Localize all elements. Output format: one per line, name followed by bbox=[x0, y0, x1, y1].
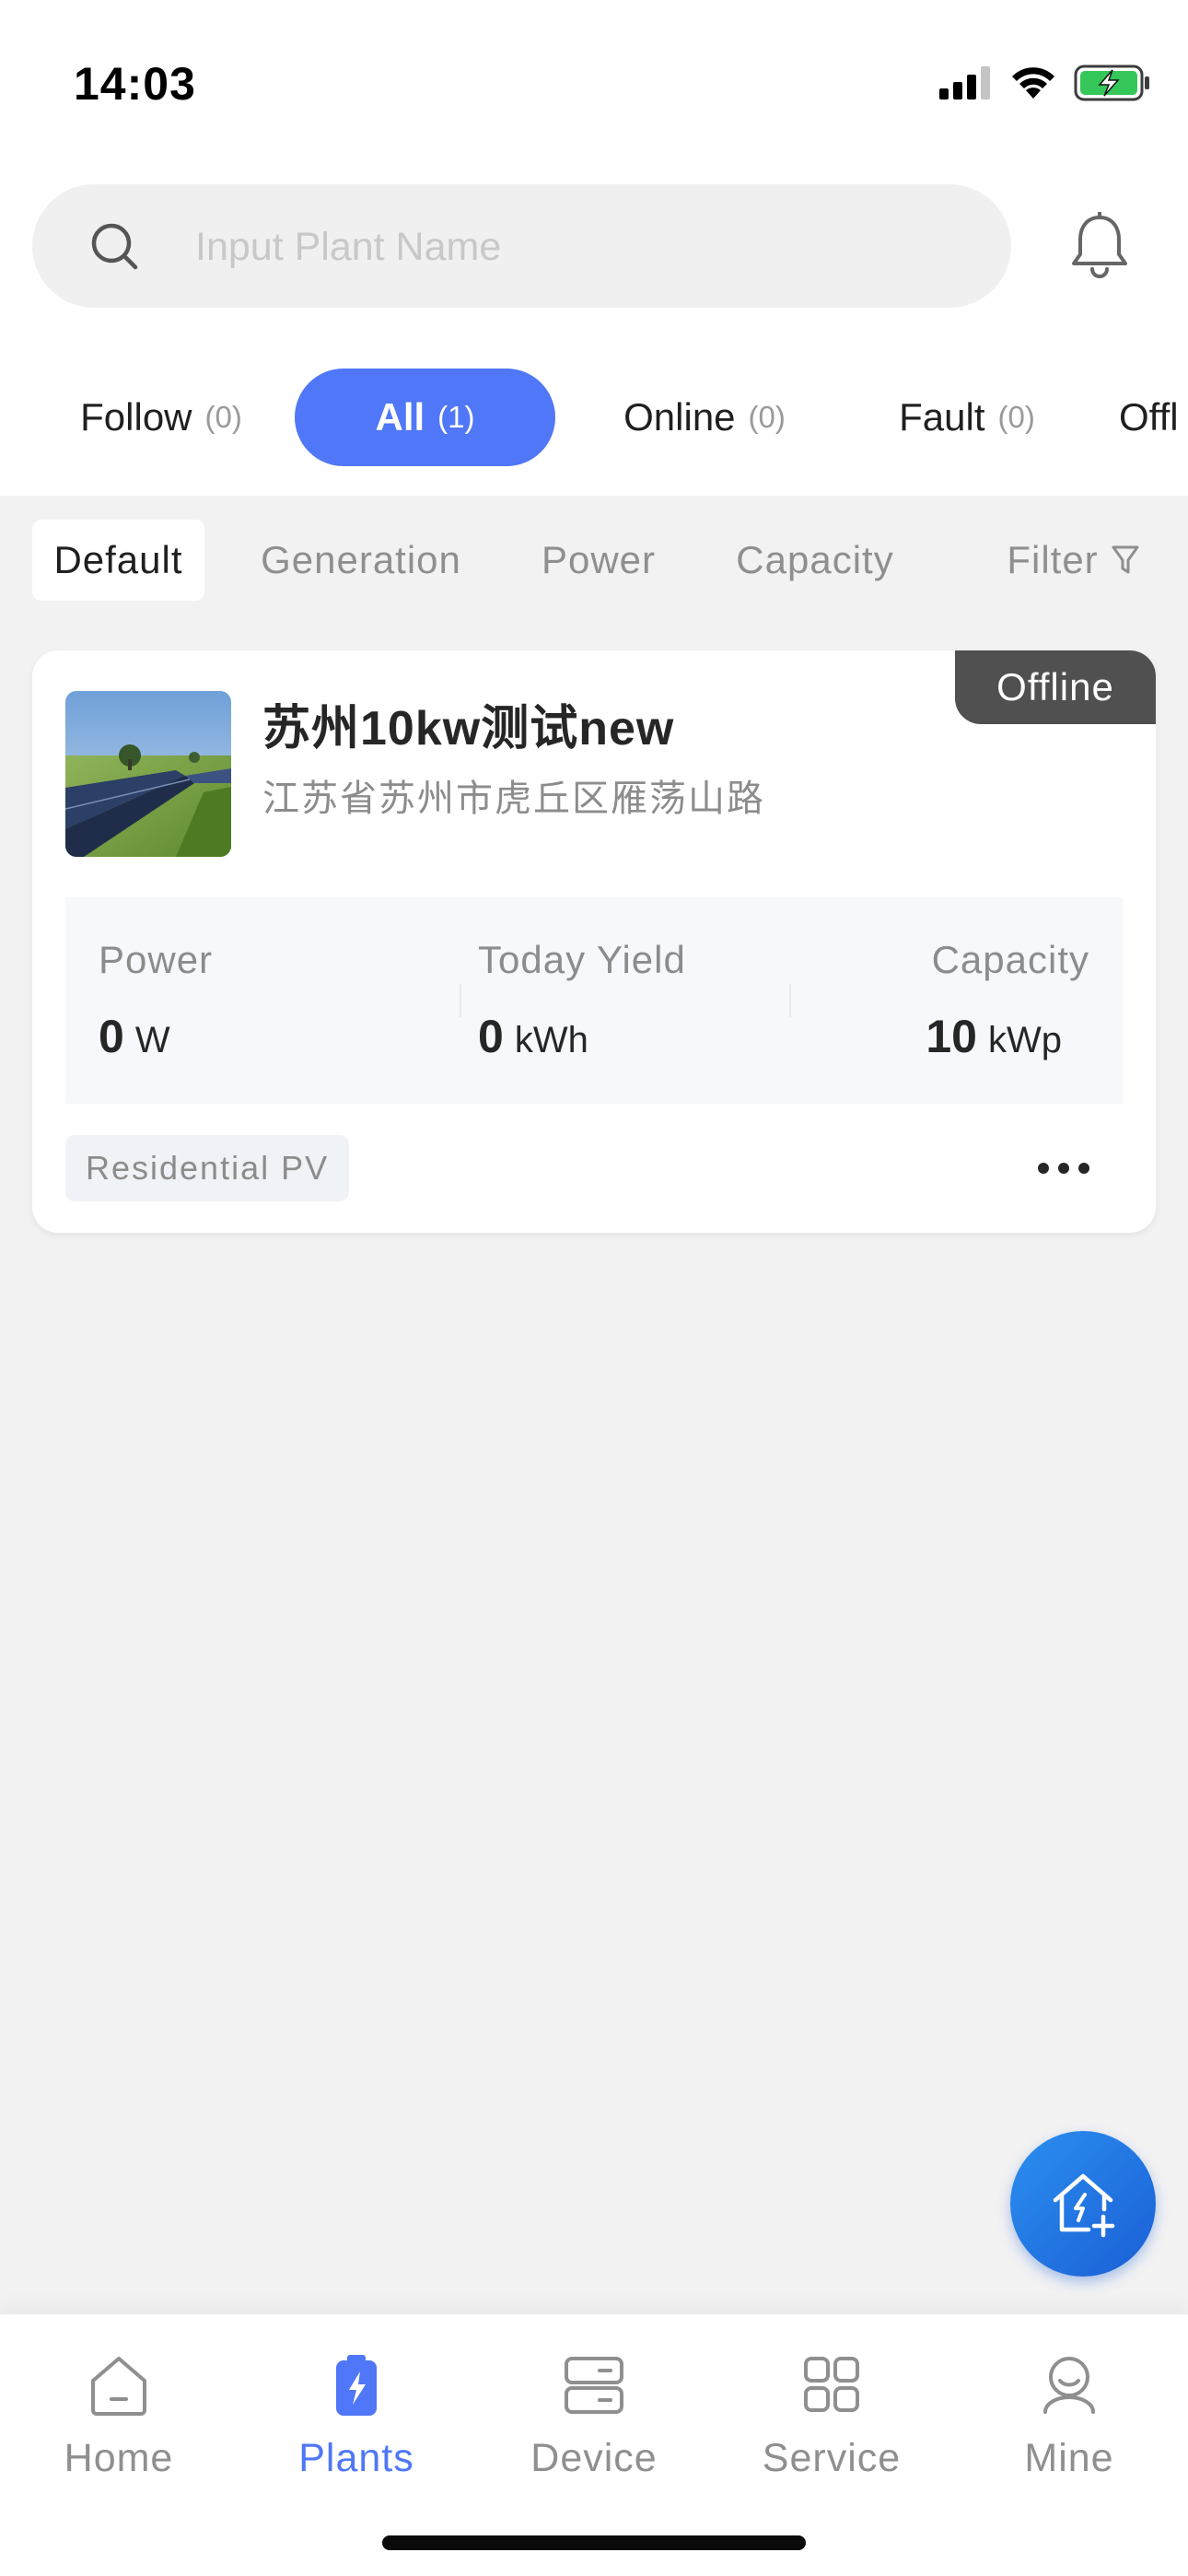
nav-service[interactable]: Service bbox=[713, 2353, 950, 2491]
add-plant-button[interactable] bbox=[1010, 2131, 1156, 2277]
sort-default[interactable]: Default bbox=[32, 520, 204, 601]
stat-unit: kWh bbox=[514, 1020, 588, 1060]
plant-name: 苏州10kw测试new bbox=[262, 702, 675, 755]
nav-home[interactable]: Home bbox=[0, 2353, 238, 2491]
home-icon bbox=[91, 2357, 146, 2416]
nav-label: Device bbox=[530, 2436, 658, 2480]
device-icon bbox=[565, 2357, 623, 2414]
stat-today-yield: Today Yield 0 kWh bbox=[443, 897, 802, 1104]
tab-label: All bbox=[375, 395, 425, 439]
plant-card[interactable]: Offline 苏州10kw测试new 江苏省苏州市虎丘区雁荡山路 Power bbox=[32, 650, 1156, 1233]
more-options-button[interactable] bbox=[1027, 1144, 1101, 1192]
stat-label: Capacity bbox=[931, 938, 1089, 981]
stat-label: Today Yield bbox=[478, 938, 686, 981]
signal-icon bbox=[939, 66, 990, 100]
stat-number: 10 bbox=[926, 1011, 977, 1062]
stat-unit: W bbox=[134, 1020, 170, 1060]
nav-mine[interactable]: Mine bbox=[950, 2353, 1188, 2491]
nav-device[interactable]: Device bbox=[475, 2353, 713, 2491]
tab-label: Fault bbox=[899, 395, 985, 439]
stat-divider bbox=[789, 984, 791, 1017]
more-dot bbox=[1038, 1163, 1049, 1174]
plant-address: 江苏省苏州市虎丘区雁荡山路 bbox=[262, 779, 765, 819]
tab-count: (0) bbox=[997, 400, 1035, 434]
home-indicator bbox=[382, 2535, 806, 2550]
nav-plants[interactable]: Plants bbox=[238, 2353, 475, 2491]
stat-number: 0 bbox=[478, 1011, 504, 1062]
stat-label: Power bbox=[99, 938, 214, 981]
tab-offline[interactable]: Offl bbox=[1119, 369, 1188, 466]
sort-bar: Default Generation Power Capacity Filter bbox=[0, 496, 1188, 625]
plants-icon bbox=[336, 2355, 377, 2416]
plant-stats: Power 0W Today Yield 0 kWh Capacity 10 kWp bbox=[65, 897, 1123, 1104]
battery-charging-icon bbox=[1074, 64, 1149, 101]
tab-all[interactable]: All (1) bbox=[295, 369, 555, 466]
tab-count: (1) bbox=[437, 400, 475, 434]
status-badge: Offline bbox=[955, 650, 1156, 724]
stat-value: 0 kWh bbox=[478, 1010, 588, 1063]
search-box[interactable] bbox=[32, 184, 1011, 308]
status-bar: 14:03 bbox=[0, 0, 1188, 157]
bell-icon[interactable] bbox=[1068, 212, 1131, 280]
search-input[interactable] bbox=[193, 212, 971, 282]
wifi-icon bbox=[1012, 67, 1054, 99]
tab-label: Offl bbox=[1119, 395, 1179, 439]
add-plant-icon bbox=[1053, 2173, 1115, 2238]
sort-capacity[interactable]: Capacity bbox=[718, 520, 912, 601]
filter-icon bbox=[1112, 545, 1139, 574]
sort-generation[interactable]: Generation bbox=[241, 520, 481, 601]
tab-online[interactable]: Online (0) bbox=[589, 369, 820, 466]
search-row bbox=[0, 184, 1188, 310]
plant-thumbnail bbox=[65, 691, 231, 857]
tab-fault[interactable]: Fault (0) bbox=[861, 369, 1073, 466]
tab-follow[interactable]: Follow (0) bbox=[51, 369, 272, 466]
stat-value: 10 kWp bbox=[926, 1010, 1062, 1063]
nav-label: Mine bbox=[1024, 2436, 1114, 2480]
stat-capacity: Capacity 10 kWp bbox=[876, 897, 1123, 1104]
nav-label: Plants bbox=[298, 2436, 414, 2480]
stat-unit: kWp bbox=[988, 1020, 1062, 1060]
status-icons bbox=[939, 64, 1151, 101]
stat-number: 0 bbox=[99, 1011, 124, 1062]
more-dot bbox=[1058, 1163, 1069, 1174]
more-dot bbox=[1078, 1163, 1089, 1174]
tab-label: Follow bbox=[80, 395, 192, 439]
status-time: 14:03 bbox=[74, 58, 196, 110]
nav-label: Service bbox=[762, 2436, 902, 2480]
status-tabs: Follow (0) All (1) Online (0) Fault (0) … bbox=[0, 369, 1188, 466]
filter-button[interactable]: Filter bbox=[985, 520, 1160, 601]
tab-count: (0) bbox=[748, 400, 786, 434]
tab-count: (0) bbox=[204, 400, 242, 434]
filter-label: Filter bbox=[1007, 538, 1099, 581]
nav-label: Home bbox=[64, 2436, 174, 2480]
mine-icon bbox=[1043, 2357, 1095, 2414]
sort-power[interactable]: Power bbox=[530, 520, 668, 601]
stat-value: 0W bbox=[99, 1010, 170, 1063]
search-icon bbox=[91, 223, 138, 270]
stat-power: Power 0W bbox=[65, 897, 425, 1104]
plant-type-tag: Residential PV bbox=[65, 1135, 350, 1201]
service-icon bbox=[804, 2357, 859, 2412]
tab-label: Online bbox=[623, 395, 736, 439]
